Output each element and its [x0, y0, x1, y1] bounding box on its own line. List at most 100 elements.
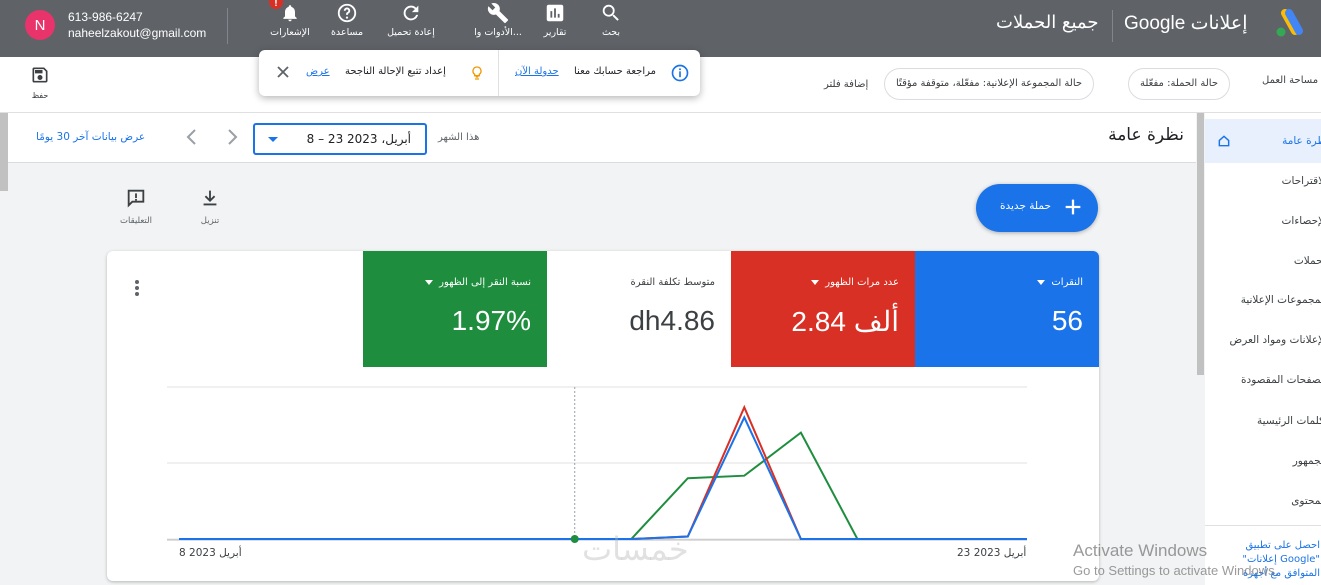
metric-tile-avg-cpc[interactable]: متوسط تكلفة النقرة dh4.86 [547, 251, 731, 367]
brand-prefix: إعلانات [1190, 13, 1248, 34]
more-vert-icon[interactable] [131, 278, 143, 298]
divider [1112, 10, 1113, 42]
dropdown-arrow-icon [1037, 280, 1046, 285]
metric-name: متوسط تكلفة النقرة [631, 277, 715, 288]
metric-label: نسبة النقر إلى الظهور [439, 277, 531, 288]
metric-label: عدد مرات الظهور [825, 277, 899, 288]
sidebar-item-campaigns[interactable]: الحملات [1294, 255, 1321, 267]
divider [498, 50, 499, 96]
download-button[interactable]: تنزيل [180, 187, 240, 226]
chevron-down-icon [268, 137, 278, 142]
refresh-button[interactable]: إعادة تحميل [376, 0, 446, 57]
metric-label: النقرات [1051, 277, 1083, 288]
metric-tile-ctr[interactable]: نسبة النقر إلى الظهور 1.97% [363, 251, 547, 367]
activate-line2: Go to Settings to activate Windows. [1073, 563, 1279, 578]
date-range-value: 8 – 23 أبريل، 2023 [306, 132, 411, 146]
side-navigation: نظرة عامة الاقتراحات الإحصاءات الحملات ا… [1205, 113, 1321, 585]
hover-marker-dot [570, 535, 579, 543]
search-label: بحث [601, 27, 621, 38]
overview-title: نظرة عامة [1108, 125, 1184, 145]
last-30-days-link[interactable]: عرض بيانات آخر 30 يومًا [36, 131, 145, 143]
workspace-label: مساحة العمل [1262, 75, 1319, 86]
activate-windows-notice: Activate Windows Go to Settings to activ… [1073, 541, 1278, 578]
metric-name: نسبة النقر إلى الظهور [425, 277, 531, 288]
chevron-left-icon[interactable] [184, 127, 200, 147]
brand-name: Google إعلانات [1124, 12, 1247, 35]
metric-tile-clicks[interactable]: النقرات 56 [915, 251, 1099, 367]
metric-name: النقرات [1037, 277, 1083, 288]
x-axis-end-label: 23 أبريل 2023 [957, 547, 1027, 559]
download-icon [203, 190, 217, 206]
download-label: تنزيل [200, 216, 220, 226]
google-ads-logo-icon[interactable] [1273, 9, 1307, 39]
avatar[interactable]: N [25, 10, 55, 40]
new-campaign-label: حملة جديدة [1000, 200, 1051, 212]
filter-chip-campaign-status[interactable]: حالة الحملة: مفعّلة [1128, 68, 1231, 100]
close-icon[interactable] [273, 62, 293, 82]
refresh-icon [403, 5, 419, 21]
sidebar-item-keywords[interactable]: الكلمات الرئيسية [1257, 415, 1321, 427]
divider [1205, 525, 1321, 526]
wrench-icon [487, 3, 509, 24]
plus-icon [1065, 199, 1081, 215]
account-phone: 613-986-6247 [68, 10, 143, 24]
left-scrollbar[interactable] [0, 113, 8, 191]
refresh-label: إعادة تحميل [387, 27, 435, 38]
lightbulb-icon [472, 66, 482, 80]
save-button[interactable]: حفظ [26, 65, 54, 100]
metric-tile-impressions[interactable]: عدد مرات الظهور 2.84 ألف [731, 251, 915, 367]
feedback-label: التعليقات [120, 216, 152, 226]
metric-value: 1.97% [451, 305, 531, 336]
vertical-scrollbar[interactable] [1196, 113, 1205, 585]
info-icon [671, 64, 689, 82]
sidebar-item-ad-groups[interactable]: المجموعات الإعلانية [1241, 294, 1321, 306]
tracking-text: إعداد تتبع الإحالة الناجحة [345, 66, 446, 77]
chevron-right-icon[interactable] [224, 127, 240, 147]
metric-label: متوسط تكلفة النقرة [630, 277, 715, 288]
divider [227, 8, 228, 44]
metric-value: 56 [1051, 305, 1083, 336]
watermark-logo: خمسات [582, 530, 689, 568]
sidebar-item-audience[interactable]: الجمهور [1293, 455, 1321, 467]
new-campaign-button[interactable]: حملة جديدة [976, 184, 1098, 232]
series-line [179, 415, 1027, 540]
sidebar-item-ads-assets[interactable]: الإعلانات ومواد العرض [1230, 334, 1321, 346]
overview-header: نظرة عامة هذا الشهر 8 – 23 أبريل، 2023 ع… [8, 113, 1196, 163]
account-email: naheelzakout@gmail.com [68, 26, 207, 40]
x-axis-start-label: 8 أبريل 2023 [179, 547, 242, 559]
activate-line1: Activate Windows [1073, 541, 1208, 560]
view-link[interactable]: عرض [306, 66, 330, 77]
home-icon [1218, 135, 1230, 147]
metric-value: dh4.86 [629, 305, 715, 336]
scrollbar-thumb[interactable] [1197, 113, 1204, 375]
help-label: مساعدة [330, 27, 364, 38]
dropdown-arrow-icon [425, 280, 434, 285]
filter-chip-adgroup-status[interactable]: حالة المجموعة الإعلانية: مفعّلة، متوقفة … [884, 68, 1095, 100]
help-icon [337, 3, 357, 23]
sidebar-item-insights[interactable]: الإحصاءات [1282, 215, 1321, 227]
search-icon [602, 4, 619, 21]
metric-value: 2.84 ألف [791, 306, 899, 337]
add-filter-button[interactable]: إضافة فلتر [824, 79, 868, 90]
sidebar-item-overview[interactable]: نظرة عامة [1282, 135, 1321, 147]
date-range-picker[interactable]: 8 – 23 أبريل، 2023 [253, 123, 427, 155]
sidebar-item-landing-pages[interactable]: الصفحات المقصودة [1241, 374, 1321, 386]
save-icon [32, 67, 48, 83]
feedback-button[interactable]: التعليقات [106, 187, 166, 226]
bell-icon [283, 5, 297, 22]
page-title: جميع الحملات [996, 12, 1099, 33]
sidebar-item-recommendations[interactable]: الاقتراحات [1282, 175, 1321, 187]
help-button[interactable]: مساعدة [312, 0, 382, 57]
schedule-link[interactable]: جدولة الآن [515, 66, 559, 77]
account-info[interactable]: 613-986-6247 naheelzakout@gmail.com [68, 9, 206, 41]
google-ads-window: N 613-986-6247 naheelzakout@gmail.com ال… [0, 0, 1321, 585]
brand-word: Google [1124, 13, 1186, 34]
bar-chart-icon [546, 4, 564, 22]
dropdown-arrow-icon [811, 280, 820, 285]
feedback-icon [127, 189, 145, 208]
review-text: مراجعة حسابك معنا [574, 66, 656, 77]
search-button[interactable]: بحث [576, 0, 646, 57]
series-line [179, 431, 1027, 540]
sidebar-item-content[interactable]: المحتوى [1291, 495, 1321, 507]
notification-popup: عرض إعداد تتبع الإحالة الناجحة جدولة الآ… [259, 50, 700, 96]
